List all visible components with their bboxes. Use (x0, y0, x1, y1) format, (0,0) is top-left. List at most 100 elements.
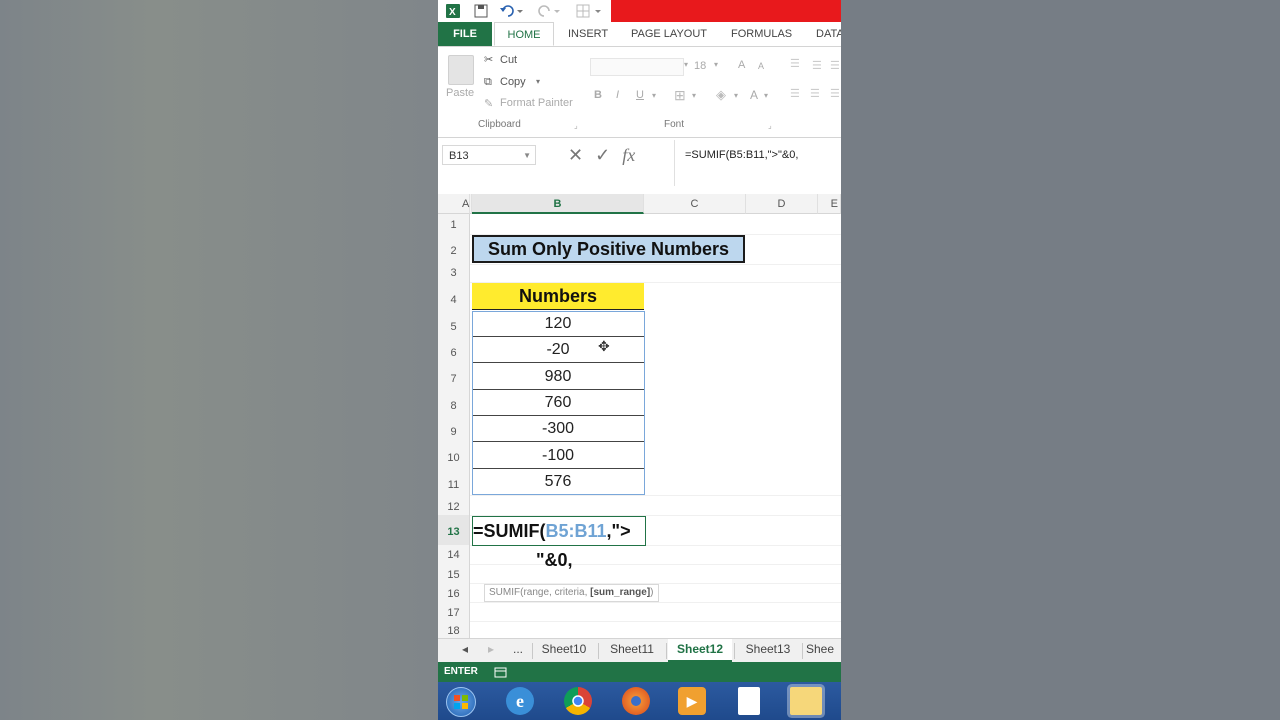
function-tooltip[interactable]: SUMIF(range, criteria, [sum_range]) (484, 584, 659, 602)
format-painter-icon: ✎ (484, 98, 494, 110)
align-left-icon[interactable]: ☰ (790, 87, 800, 100)
sheet-tab-partial[interactable]: Shee (806, 639, 841, 662)
sheet-tab-sheet11[interactable]: Sheet11 (602, 639, 662, 662)
paste-button[interactable]: Paste (446, 87, 474, 99)
firefox-icon[interactable] (622, 687, 650, 715)
tooltip-current-arg: [sum_range] (590, 587, 651, 598)
document-icon[interactable] (738, 687, 760, 715)
status-bar: ENTER (438, 662, 841, 682)
formula-suffix: ,"> (606, 521, 631, 541)
range-highlight (472, 311, 645, 495)
row-header-2[interactable]: 2 (438, 234, 470, 264)
video-background-left (0, 0, 438, 720)
row-header-7[interactable]: 7 (438, 363, 470, 390)
svg-text:X: X (449, 7, 456, 18)
font-name-dropdown-icon[interactable]: ▾ (684, 60, 688, 69)
font-size-dropdown-icon[interactable]: ▾ (714, 60, 718, 69)
row-header-12[interactable]: 12 (438, 495, 470, 515)
clipboard-launcher-icon[interactable]: ⌟ (574, 121, 578, 130)
active-cell-editor[interactable]: =SUMIF(B5:B11,"> (472, 516, 646, 546)
font-size-select[interactable]: 18 (694, 60, 706, 72)
name-box-dropdown-icon[interactable]: ▼ (523, 146, 531, 166)
column-header-c[interactable]: C (644, 194, 746, 214)
insert-function-icon[interactable]: fx (622, 145, 635, 166)
sheet-title-cell[interactable]: Sum Only Positive Numbers (472, 235, 745, 263)
tab-data[interactable]: DATA (816, 22, 841, 46)
enter-icon[interactable]: ✓ (595, 145, 610, 166)
row-header-3[interactable]: 3 (438, 264, 470, 282)
chrome-icon[interactable] (564, 687, 592, 715)
shrink-font-button[interactable]: A (758, 61, 764, 71)
copy-button[interactable]: Copy (500, 76, 526, 88)
prev-sheet-icon[interactable]: ◂ (458, 639, 472, 662)
row-header-14[interactable]: 14 (438, 545, 470, 564)
save-icon[interactable] (472, 2, 490, 20)
bold-button[interactable]: B (594, 89, 602, 101)
worksheet-grid[interactable]: A B C D E 1 2 3 4 5 6 7 8 9 10 11 12 13 … (438, 194, 841, 638)
grow-font-button[interactable]: A (738, 59, 745, 71)
file-explorer-icon[interactable] (790, 687, 822, 715)
borders-dropdown-icon[interactable]: ▾ (692, 91, 696, 100)
row-header-11[interactable]: 11 (438, 469, 470, 495)
ribbon-tabs: FILE HOME INSERT PAGE LAYOUT FORMULAS DA… (438, 22, 841, 46)
excel-window: X FILE HOME INSERT PAGE LAYOUT FORMULAS … (438, 0, 841, 720)
align-bottom-icon[interactable]: ☰ (830, 59, 840, 72)
row-header-10[interactable]: 10 (438, 442, 470, 469)
fill-color-dropdown-icon[interactable]: ▾ (734, 91, 738, 100)
tab-home[interactable]: HOME (494, 22, 554, 46)
tab-separator (802, 643, 803, 659)
fill-color-icon[interactable]: ◈ (716, 87, 726, 103)
row-header-8[interactable]: 8 (438, 390, 470, 416)
numbers-header-cell[interactable]: Numbers (472, 283, 644, 310)
row-header-9[interactable]: 9 (438, 416, 470, 442)
internet-explorer-icon[interactable]: e (506, 687, 534, 715)
underline-dropdown-icon[interactable]: ▾ (652, 91, 656, 100)
row-header-15[interactable]: 15 (438, 564, 470, 583)
more-sheets-button[interactable]: ... (508, 639, 528, 662)
align-right-icon[interactable]: ☰ (830, 87, 840, 100)
tab-formulas[interactable]: FORMULAS (731, 22, 792, 46)
gridline (470, 564, 841, 565)
tab-insert[interactable]: INSERT (568, 22, 608, 46)
next-sheet-icon[interactable]: ▸ (484, 639, 498, 662)
font-launcher-icon[interactable]: ⌟ (768, 121, 772, 130)
row-header-18[interactable]: 18 (438, 621, 470, 638)
media-player-icon[interactable]: ▶ (678, 687, 706, 715)
start-button-icon[interactable] (446, 687, 476, 717)
redo-icon[interactable] (536, 2, 562, 20)
borders-icon[interactable]: ⊞ (674, 87, 686, 104)
cancel-icon[interactable]: ✕ (568, 145, 583, 166)
align-top-icon[interactable]: ☰ (790, 57, 800, 70)
formula-input[interactable]: =SUMIF(B5:B11,">"&0, (674, 140, 841, 186)
row-header-17[interactable]: 17 (438, 602, 470, 621)
name-box[interactable]: B13 ▼ (442, 145, 536, 165)
column-header-d[interactable]: D (746, 194, 818, 214)
font-name-select[interactable] (590, 58, 684, 76)
sheet-tab-sheet12[interactable]: Sheet12 (668, 639, 732, 662)
underline-button[interactable]: U (636, 89, 644, 101)
row-header-16[interactable]: 16 (438, 583, 470, 602)
align-center-icon[interactable]: ☰ (810, 87, 820, 100)
tab-page-layout[interactable]: PAGE LAYOUT (631, 22, 707, 46)
row-header-1[interactable]: 1 (438, 214, 470, 234)
column-header-e[interactable]: E (818, 194, 841, 214)
format-painter-button[interactable]: Format Painter (500, 97, 573, 109)
row-header-5[interactable]: 5 (438, 311, 470, 337)
sheet-tab-sheet13[interactable]: Sheet13 (738, 639, 798, 662)
tab-file[interactable]: FILE (438, 22, 492, 46)
undo-icon[interactable] (498, 2, 526, 20)
table-icon[interactable] (574, 2, 604, 20)
font-color-dropdown-icon[interactable]: ▾ (764, 91, 768, 100)
row-header-13[interactable]: 13 (438, 515, 470, 545)
italic-button[interactable]: I (616, 89, 619, 101)
sheet-tab-sheet10[interactable]: Sheet10 (534, 639, 594, 662)
row-header-4[interactable]: 4 (438, 282, 470, 311)
align-middle-icon[interactable]: ☰ (812, 59, 822, 72)
row-header-6[interactable]: 6 (438, 337, 470, 363)
paste-icon[interactable] (448, 55, 474, 85)
cut-button[interactable]: Cut (500, 54, 517, 66)
ribbon-home: Paste ✂ Cut ⧉ Copy ▾ ✎ Format Painter Cl… (438, 46, 841, 138)
font-color-button[interactable]: A (750, 88, 758, 102)
copy-dropdown-icon[interactable]: ▾ (536, 77, 540, 86)
column-header-b[interactable]: B (472, 194, 644, 214)
